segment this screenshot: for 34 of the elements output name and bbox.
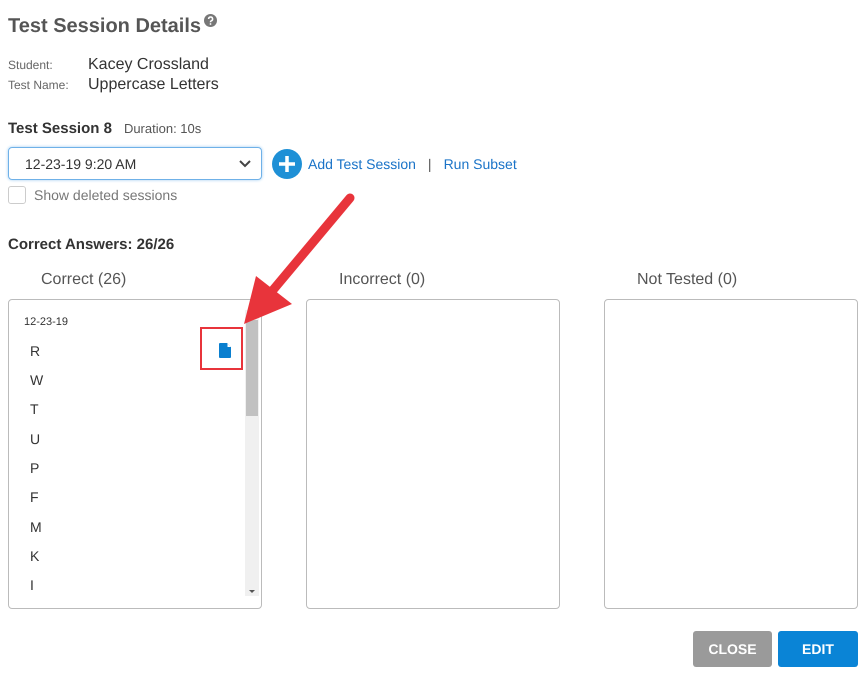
- checkbox[interactable]: [8, 186, 26, 204]
- field-value: Uppercase Letters: [88, 76, 219, 94]
- chevron-down-icon: [239, 160, 251, 168]
- field-label: Student:: [8, 58, 54, 72]
- letter-item[interactable]: P: [30, 460, 40, 476]
- field-value: Kacey Crossland: [88, 56, 210, 74]
- column-title: Not Tested (0): [637, 271, 738, 288]
- session-duration: Duration: 10s: [124, 121, 202, 136]
- field-label: Test Name:: [8, 78, 70, 92]
- plus-icon[interactable]: [272, 148, 302, 178]
- letter-item[interactable]: R: [30, 342, 40, 359]
- column-title: Incorrect (0): [339, 271, 426, 288]
- link-separator: |: [428, 156, 432, 172]
- add-session-link[interactable]: Add Test Session: [308, 156, 416, 172]
- document-icon[interactable]: [219, 343, 231, 358]
- letter-item[interactable]: U: [30, 430, 40, 447]
- highlight-box: [200, 327, 243, 370]
- letter-item[interactable]: T: [30, 401, 39, 418]
- date-label: 12-23-19: [24, 316, 68, 328]
- session-title: Test Session 8: [8, 120, 112, 137]
- session-dropdown[interactable]: 12-23-19 9:20 AM: [8, 147, 262, 180]
- run-subset-link[interactable]: Run Subset: [444, 156, 517, 172]
- checkbox-label: Show deleted sessions: [34, 187, 178, 203]
- letter-item[interactable]: M: [30, 518, 42, 535]
- dialog-title: Test Session Details: [8, 14, 202, 39]
- letter-item[interactable]: F: [30, 489, 39, 506]
- letter-item[interactable]: K: [30, 548, 40, 564]
- column-title: Correct (26): [41, 271, 126, 288]
- letter-item[interactable]: I: [30, 577, 34, 594]
- help-icon[interactable]: [204, 14, 218, 27]
- scrollbar[interactable]: [245, 310, 259, 596]
- score-summary: Correct Answers: 26/26: [8, 236, 176, 253]
- dialog-button[interactable]: EDIT: [778, 631, 858, 667]
- letter-item[interactable]: W: [30, 372, 44, 388]
